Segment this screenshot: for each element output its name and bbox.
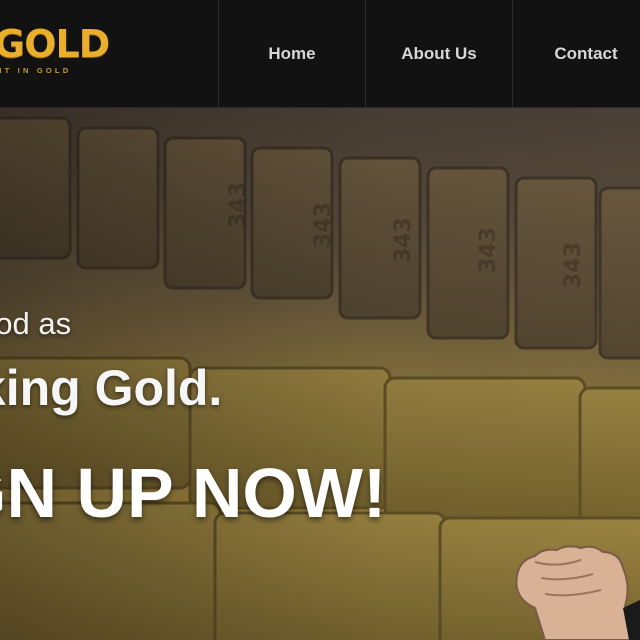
nav-about-us[interactable]: About Us: [365, 0, 512, 108]
hero-line-1: ood as: [0, 306, 72, 341]
nav-contact[interactable]: Contact: [512, 0, 640, 108]
nav-home-label: Home: [268, 44, 316, 63]
logo[interactable]: GOLD HT IN GOLD: [0, 22, 110, 75]
logo-text: GOLD: [0, 22, 110, 66]
nav-contact-label: Contact: [554, 44, 618, 63]
raised-fist-image: [515, 545, 640, 640]
hero-banner: 343 343 343 343 343 ood as iking Gold. G…: [0, 108, 640, 640]
nav-about-us-label: About Us: [401, 44, 477, 63]
hero-signup-cta[interactable]: GN UP NOW!: [0, 453, 386, 533]
main-nav: Home About Us Contact: [218, 0, 640, 108]
hero-line-2: iking Gold.: [0, 360, 223, 416]
nav-home[interactable]: Home: [218, 0, 365, 108]
site-header: GOLD HT IN GOLD Home About Us Contact: [0, 0, 640, 108]
logo-tagline: HT IN GOLD: [0, 66, 72, 75]
